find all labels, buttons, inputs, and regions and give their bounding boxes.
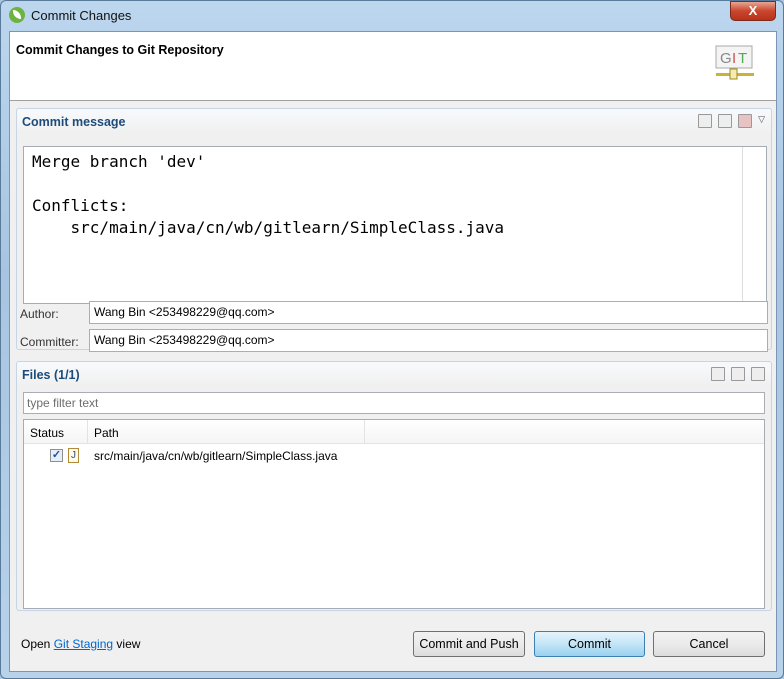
page-title: Commit Changes to Git Repository (16, 43, 224, 57)
committer-label: Committer: (20, 335, 79, 349)
change-id-icon[interactable] (738, 114, 753, 128)
git-logo-icon: G I T (715, 45, 754, 80)
files-section: Files (1/1) type filter text Status Path… (16, 361, 772, 611)
file-checkbox[interactable]: ✓ (50, 449, 63, 462)
column-path[interactable]: Path (88, 420, 365, 444)
window-title: Commit Changes (31, 8, 132, 23)
scrollbar[interactable] (742, 147, 766, 303)
cancel-button[interactable]: Cancel (653, 631, 765, 657)
svg-text:I: I (732, 50, 736, 67)
window-frame: Commit Changes X Commit Changes to Git R… (0, 0, 784, 679)
file-path: src/main/java/cn/wb/gitlearn/SimpleClass… (94, 449, 338, 463)
table-row[interactable]: ✓ J src/main/java/cn/wb/gitlearn/SimpleC… (24, 447, 764, 465)
close-button[interactable]: X (730, 1, 776, 21)
java-file-icon: J (68, 448, 79, 463)
chevron-down-icon[interactable]: ▽ (758, 114, 765, 128)
commit-message-input[interactable]: Merge branch 'dev' Conflicts: src/main/j… (23, 146, 767, 304)
svg-text:G: G (720, 50, 732, 67)
dialog-header: Commit Changes to Git Repository G I T (10, 32, 776, 101)
commit-message-label: Commit message (22, 115, 126, 129)
filter-input[interactable]: type filter text (23, 392, 765, 414)
dialog-body: Commit Changes to Git Repository G I T C… (9, 31, 777, 672)
git-staging-link[interactable]: Git Staging (54, 637, 113, 651)
sign-off-icon[interactable] (698, 114, 713, 128)
app-icon (9, 7, 25, 23)
column-status[interactable]: Status (24, 420, 88, 444)
committer-input[interactable]: Wang Bin <253498229@qq.com> (89, 329, 768, 352)
files-table: Status Path ✓ J src/main/java/cn/wb/gitl… (23, 419, 765, 609)
select-all-icon[interactable] (731, 367, 745, 381)
author-label: Author: (20, 307, 59, 321)
footer-text: Open Git Staging view (21, 637, 141, 651)
svg-text:T: T (738, 50, 747, 67)
author-input[interactable]: Wang Bin <253498229@qq.com> (89, 301, 768, 324)
show-untracked-icon[interactable] (711, 367, 725, 381)
commit-button[interactable]: Commit (534, 631, 645, 657)
amend-icon[interactable] (718, 114, 733, 128)
deselect-all-icon[interactable] (751, 367, 765, 381)
commit-and-push-button[interactable]: Commit and Push (413, 631, 525, 657)
files-label: Files (1/1) (22, 368, 80, 382)
